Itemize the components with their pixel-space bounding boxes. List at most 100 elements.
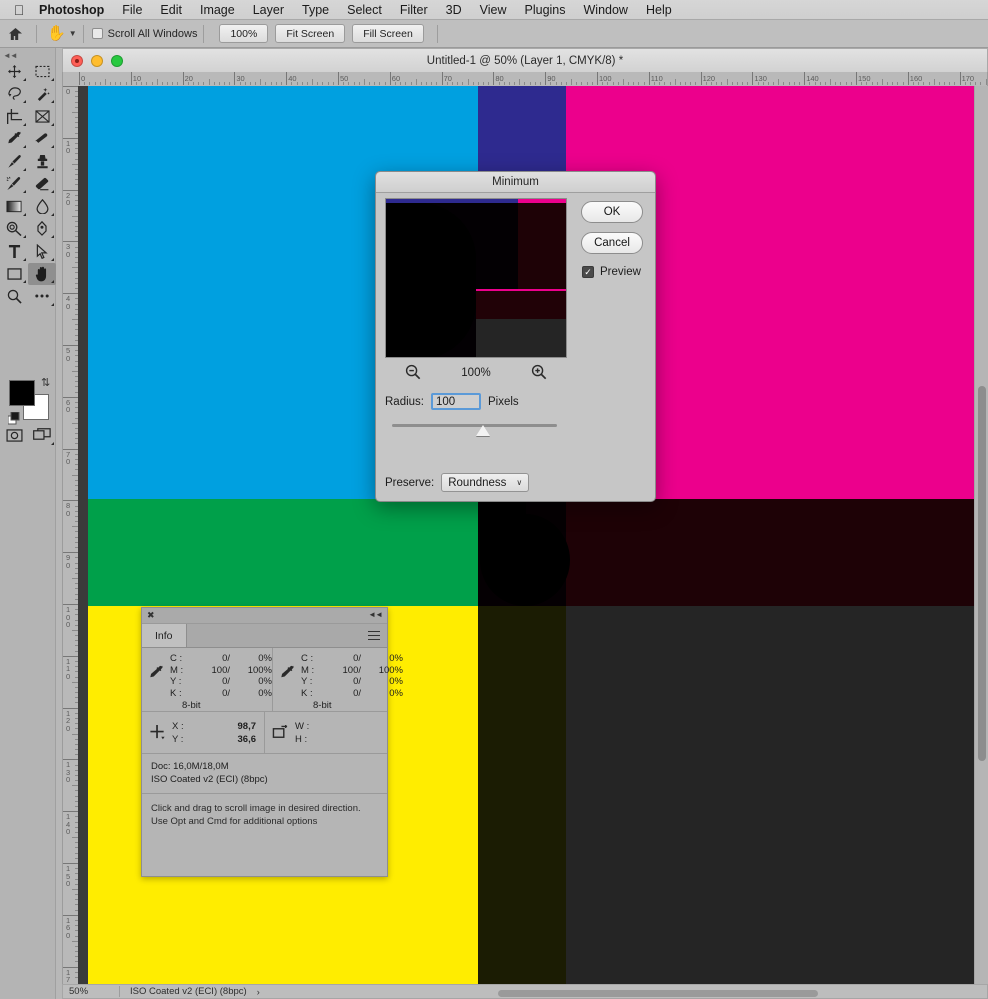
close-panel-icon[interactable]: ✖ (147, 610, 155, 621)
rectangle-tool[interactable] (0, 263, 28, 286)
close-window-button[interactable] (71, 54, 83, 67)
scroll-all-windows-checkbox[interactable]: Scroll All Windows (91, 28, 197, 40)
preserve-select[interactable]: Roundness ∨ (441, 473, 530, 492)
zoom-window-button[interactable] (111, 54, 123, 67)
brush-tool[interactable] (0, 150, 28, 173)
move-tool[interactable] (0, 60, 28, 83)
tool-corner-indicator (23, 167, 26, 171)
blur-tool[interactable] (28, 195, 56, 218)
menu-item-3d[interactable]: 3D (437, 1, 471, 19)
zoom-out-icon[interactable] (405, 364, 421, 383)
ruler-minor-tick (457, 82, 459, 85)
dark-olive-block (478, 606, 566, 984)
type-tool[interactable] (0, 240, 28, 263)
edit-toolbar-tool[interactable] (28, 285, 56, 308)
h-label: H : (295, 733, 308, 745)
quick-selection-tool[interactable] (28, 83, 56, 106)
ruler-minor-tick (436, 82, 438, 85)
horizontal-ruler[interactable]: 0 10 20 30 40 50 60 70 80 90 100 110 120 130 140 150 160… (62, 72, 988, 86)
ruler-minor-tick (477, 82, 479, 85)
zoom-in-icon[interactable] (531, 364, 547, 383)
ruler-label: 10 (132, 74, 142, 83)
hint-line-2: Use Opt and Cmd for additional options (151, 816, 318, 827)
apple-logo-icon[interactable]:  (8, 3, 30, 17)
eraser-tool[interactable] (28, 173, 56, 196)
color-readout-second[interactable]: C : 0/0% M : 100/100% Y : 0/0% K : 0/0% 8-bi… (272, 648, 403, 711)
quick-mask-icon[interactable] (0, 424, 28, 447)
collapse-panel-icon[interactable]: ◄◄ (3, 51, 18, 60)
lasso-tool[interactable] (0, 83, 28, 106)
ruler-major-tick (597, 72, 598, 85)
ruler-minor-tick (591, 82, 593, 85)
menu-item-image[interactable]: Image (191, 1, 244, 19)
slider-thumb[interactable] (476, 425, 490, 436)
home-icon[interactable] (0, 27, 30, 41)
ruler-minor-tick (576, 82, 578, 85)
menu-item-edit[interactable]: Edit (151, 1, 191, 19)
clone-stamp-tool[interactable] (28, 150, 56, 173)
menu-item-file[interactable]: File (113, 1, 151, 19)
pen-tool[interactable] (28, 218, 56, 241)
menu-item-layer[interactable]: Layer (244, 1, 293, 19)
zoom-100-button[interactable]: 100% (219, 24, 269, 43)
menu-item-filter[interactable]: Filter (391, 1, 437, 19)
status-zoom-level[interactable]: 50% (63, 986, 119, 997)
readout-row: M : 100/100% (301, 665, 403, 677)
history-brush-tool[interactable] (0, 173, 28, 196)
menu-item-type[interactable]: Type (293, 1, 338, 19)
radius-input[interactable]: 100 (431, 393, 481, 410)
active-tool-indicator[interactable]: ✋ ▼ (43, 26, 77, 41)
menu-item-help[interactable]: Help (637, 1, 681, 19)
dodge-tool[interactable] (0, 218, 28, 241)
frame-tool[interactable] (28, 105, 56, 128)
menu-item-view[interactable]: View (471, 1, 516, 19)
checkbox-box[interactable] (91, 28, 103, 39)
swap-colors-icon[interactable]: ⇅ (41, 376, 50, 389)
fill-screen-button[interactable]: Fill Screen (352, 24, 424, 43)
status-expand-icon[interactable]: › (247, 987, 260, 997)
checkbox-box[interactable]: ✓ (582, 266, 594, 278)
slider-track[interactable] (392, 424, 557, 427)
minimum-filter-dialog: Minimum 100% Radius: 100 Pixels Preserve… (375, 171, 656, 502)
vertical-ruler[interactable]: 0 10 20 30 40 50 60 70 80 90 100 110 120 130 140 150 160… (62, 86, 78, 984)
zoom-tool[interactable] (0, 285, 28, 308)
ok-button[interactable]: OK (581, 201, 643, 223)
foreground-color-swatch[interactable] (9, 380, 35, 406)
radius-slider[interactable] (392, 421, 557, 436)
menu-item-photoshop[interactable]: Photoshop (30, 1, 113, 19)
screen-mode-icon[interactable] (28, 424, 56, 447)
fit-screen-button[interactable]: Fit Screen (275, 24, 346, 43)
vertical-scrollbar-thumb[interactable] (978, 386, 986, 761)
ruler-minor-tick (431, 82, 433, 85)
horizontal-scrollbar-thumb[interactable] (498, 990, 818, 997)
collapse-panel-icon[interactable]: ◄◄ (368, 610, 383, 619)
path-selection-tool[interactable] (28, 240, 56, 263)
hand-tool[interactable] (28, 262, 56, 285)
dialog-title: Minimum (376, 172, 655, 193)
filter-preview[interactable] (385, 198, 567, 358)
gradient-tool[interactable] (0, 195, 28, 218)
tool-corner-indicator (51, 167, 54, 171)
crop-tool[interactable] (0, 105, 28, 128)
document-title: Untitled-1 @ 50% (Layer 1, CMYK/8) * (426, 54, 624, 67)
tab-info[interactable]: Info (142, 624, 187, 647)
chevron-down-icon[interactable]: ▼ (69, 29, 77, 38)
cancel-button[interactable]: Cancel (581, 232, 643, 254)
menu-item-select[interactable]: Select (338, 1, 391, 19)
minimize-window-button[interactable] (91, 54, 103, 67)
preview-checkbox[interactable]: ✓ Preview (582, 266, 641, 278)
rectangular-marquee-tool[interactable] (28, 60, 56, 83)
ruler-minor-tick (840, 82, 842, 85)
panel-menu-icon[interactable] (368, 631, 380, 643)
channel-label: M : (170, 664, 184, 676)
ruler-minor-tick (690, 82, 692, 85)
ruler-minor-tick (322, 82, 324, 85)
healing-brush-tool[interactable] (28, 128, 56, 151)
ruler-minor-tick (343, 82, 345, 85)
menu-item-plugins[interactable]: Plugins (516, 1, 575, 19)
color-readout-first[interactable]: C : 0/0% M : 100/100% Y : 0/0% K : 0/0% 8-bi… (142, 648, 272, 711)
eyedropper-tool[interactable] (0, 128, 28, 151)
menu-item-window[interactable]: Window (575, 1, 637, 19)
ruler-label: 60 (66, 397, 71, 415)
vertical-scrollbar[interactable] (974, 86, 988, 984)
